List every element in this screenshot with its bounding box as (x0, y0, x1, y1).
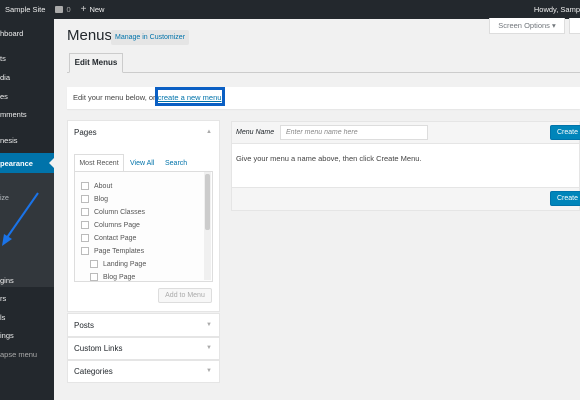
page-title: Menus (67, 27, 113, 44)
sidebar-item-posts[interactable]: ts (0, 54, 6, 63)
sidebar-item-settings[interactable]: ings (0, 331, 14, 340)
tab-most-recent[interactable]: Most Recent (74, 154, 124, 172)
menu-instructions: Give your menu a name above, then click … (236, 154, 422, 163)
help-tab[interactable] (569, 18, 580, 34)
comment-count: 0 (66, 5, 71, 14)
notice-text: Edit your menu below, or (73, 93, 158, 102)
page-checkbox-item[interactable]: Columns Page (81, 221, 140, 229)
site-name-link[interactable]: Sample Site (5, 5, 45, 14)
page-item-label: Blog (94, 195, 109, 203)
create-menu-button-top[interactable]: Create (550, 125, 580, 140)
expand-arrow-icon[interactable]: ▼ (206, 345, 574, 351)
collapse-menu-button[interactable]: apse menu (0, 350, 37, 359)
edit-menu-notice: Edit your menu below, or create a new me… (67, 87, 580, 109)
posts-metabox-title[interactable]: Posts (74, 321, 94, 330)
plus-icon: + (80, 3, 87, 15)
pages-metabox-title[interactable]: Pages (74, 128, 97, 137)
admin-bar: Sample Site 0 + New Howdy, Samp (0, 0, 580, 19)
sidebar-item-dashboard[interactable]: hboard (0, 29, 23, 38)
sidebar-item-tools[interactable]: ls (0, 313, 5, 322)
comments-link[interactable]: 0 (55, 5, 71, 14)
sidebar-item-genesis[interactable]: nesis (0, 136, 18, 145)
sidebar-item-comments[interactable]: mments (0, 110, 27, 119)
checkbox[interactable] (81, 182, 89, 190)
comment-icon (55, 6, 64, 13)
page-item-label: Page Templates (94, 247, 145, 255)
scrollbar-thumb[interactable] (205, 174, 210, 230)
page-checkbox-item[interactable]: Contact Page (81, 234, 136, 242)
annotation-arrow-icon (2, 192, 39, 246)
admin-sidebar: hboard ts dia es mments nesis pearance i… (0, 19, 54, 400)
create-menu-button-bottom[interactable]: Create (550, 191, 580, 206)
sidebar-item-media[interactable]: dia (0, 73, 10, 82)
checkbox[interactable] (81, 195, 89, 203)
page-checkbox-item[interactable]: Column Classes (81, 208, 145, 216)
tab-divider (67, 72, 580, 73)
tab-search[interactable]: Search (165, 160, 187, 167)
tab-edit-menus[interactable]: Edit Menus (69, 53, 123, 73)
annotation-highlight-box (155, 87, 225, 106)
menu-name-label: Menu Name (236, 129, 275, 136)
custom-links-metabox-title[interactable]: Custom Links (74, 344, 122, 353)
sidebar-item-appearance[interactable]: pearance (0, 159, 33, 168)
page-checkbox-item[interactable]: Blog Page (90, 273, 135, 281)
sidebar-item-plugins[interactable]: gins (0, 276, 14, 285)
checkbox[interactable] (81, 208, 89, 216)
pages-list-scrollbar[interactable] (204, 172, 211, 280)
page-item-label: Columns Page (94, 221, 140, 229)
sidebar-item-users[interactable]: rs (0, 294, 6, 303)
categories-metabox-title[interactable]: Categories (74, 367, 113, 376)
new-content-link[interactable]: + New (80, 3, 105, 15)
page-checkbox-item[interactable]: Blog (81, 195, 108, 203)
menu-editor-footer (231, 187, 580, 211)
menu-name-input[interactable] (280, 125, 428, 140)
checkbox[interactable] (90, 260, 98, 268)
page-item-label: Blog Page (103, 273, 136, 281)
add-to-menu-button[interactable]: Add to Menu (158, 288, 212, 303)
checkbox[interactable] (81, 234, 89, 242)
page-item-label: About (94, 182, 113, 190)
account-greeting[interactable]: Howdy, Samp (534, 0, 580, 19)
page-item-label: Column Classes (94, 208, 145, 216)
tab-view-all[interactable]: View All (130, 160, 154, 167)
page-checkbox-item[interactable]: Page Templates (81, 247, 144, 255)
page-item-label: Contact Page (94, 234, 137, 242)
checkbox[interactable] (81, 247, 89, 255)
sidebar-item-pages[interactable]: es (0, 92, 8, 101)
page-item-label: Landing Page (103, 260, 147, 268)
page-checkbox-item[interactable]: About (81, 182, 112, 190)
checkbox[interactable] (90, 273, 98, 281)
expand-arrow-icon[interactable]: ▼ (206, 322, 574, 328)
manage-in-customizer-button[interactable]: Manage in Customizer (111, 30, 190, 45)
expand-arrow-icon[interactable]: ▼ (206, 368, 574, 374)
page-checkbox-item[interactable]: Landing Page (90, 260, 146, 268)
checkbox[interactable] (81, 221, 89, 229)
screen-options-button[interactable]: Screen Options ▾ (489, 18, 565, 34)
new-label: New (89, 5, 105, 14)
